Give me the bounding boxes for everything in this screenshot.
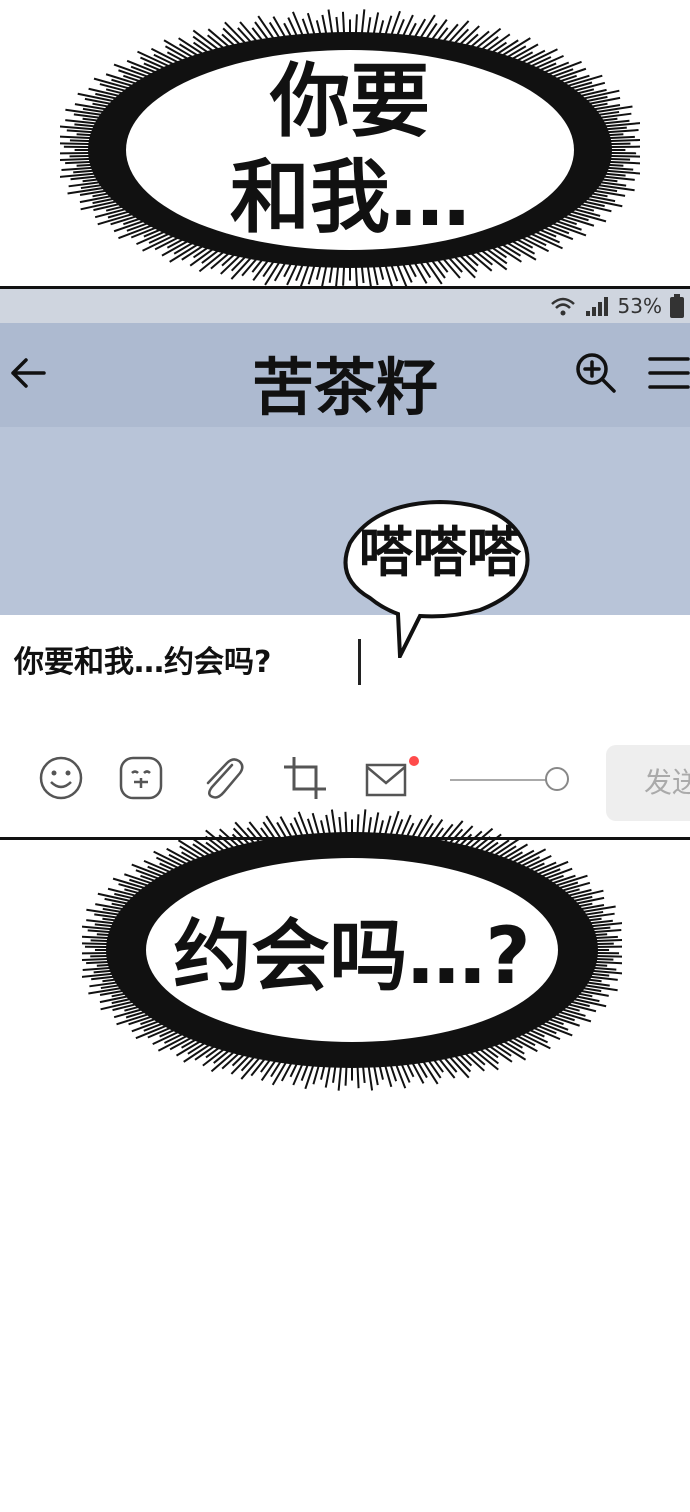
shout-text-bottom: 约会吗…? bbox=[173, 912, 531, 1002]
attach-button[interactable] bbox=[198, 755, 246, 805]
crop-button[interactable] bbox=[282, 755, 328, 805]
sticker-button[interactable] bbox=[118, 755, 164, 805]
mail-button[interactable] bbox=[364, 755, 420, 805]
signal-icon bbox=[585, 297, 608, 316]
notification-dot bbox=[409, 756, 419, 766]
wifi-icon bbox=[550, 297, 575, 316]
menu-button[interactable] bbox=[648, 353, 690, 397]
emoji-button[interactable] bbox=[38, 755, 84, 805]
menu-icon bbox=[648, 357, 690, 389]
shout-line-1: 你要 bbox=[270, 55, 430, 148]
zoom-in-icon bbox=[576, 353, 616, 393]
mail-icon bbox=[365, 756, 419, 797]
crop-icon bbox=[284, 757, 326, 799]
shout-bubble-top: 你要 和我… bbox=[60, 0, 640, 300]
smiley-icon bbox=[39, 756, 83, 800]
message-input[interactable]: 你要和我…约会吗? bbox=[14, 637, 271, 681]
slider-thumb[interactable] bbox=[545, 767, 569, 791]
shout-text-top: 你要 和我… bbox=[60, 0, 640, 300]
sound-effect-bubble: 嗒嗒嗒 bbox=[330, 498, 550, 658]
battery-percent: 53% bbox=[617, 294, 662, 318]
status-bar: 53% bbox=[0, 289, 690, 323]
sticker-icon bbox=[119, 756, 163, 800]
slider-track[interactable] bbox=[450, 779, 550, 781]
search-button[interactable] bbox=[574, 351, 618, 399]
paperclip-icon bbox=[206, 758, 244, 799]
chat-header: 苦茶籽 bbox=[0, 323, 690, 427]
shout-bubble-bottom: 约会吗…? bbox=[82, 800, 622, 1100]
sound-effect-text: 嗒嗒嗒 bbox=[359, 521, 521, 584]
battery-icon bbox=[670, 294, 684, 318]
shout-line-2: 和我… bbox=[230, 151, 470, 244]
